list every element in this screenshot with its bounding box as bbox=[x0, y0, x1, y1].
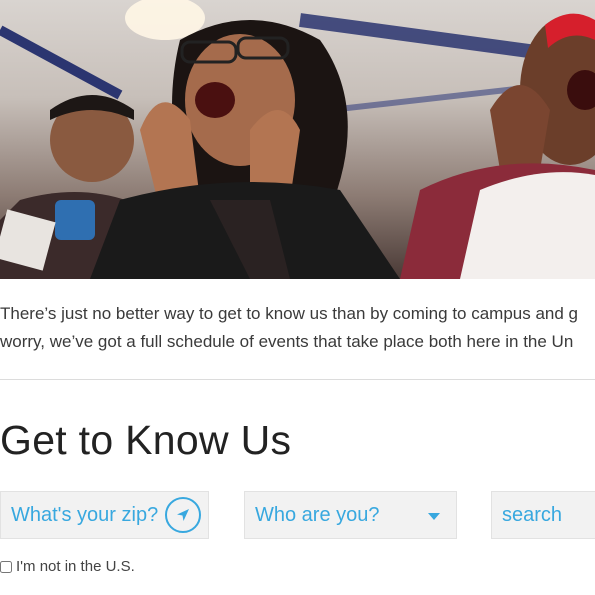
intro-line-1: There’s just no better way to get to kno… bbox=[0, 304, 579, 323]
who-select-value: Who are you? bbox=[255, 503, 380, 526]
locate-button[interactable] bbox=[165, 497, 201, 533]
intro-paragraph: There’s just no better way to get to kno… bbox=[0, 300, 595, 356]
search-input-placeholder: search bbox=[502, 503, 563, 526]
page-title: Get to Know Us bbox=[0, 417, 292, 463]
section-divider bbox=[0, 379, 595, 380]
search-input[interactable]: search bbox=[491, 491, 595, 539]
not-in-us-checkbox[interactable] bbox=[0, 560, 12, 573]
who-are-you-select[interactable]: Who are you? bbox=[244, 491, 457, 539]
zip-input-placeholder: What's your zip? bbox=[11, 503, 159, 526]
caret-down-icon bbox=[428, 513, 440, 520]
not-in-us-label: I'm not in the U.S. bbox=[16, 558, 135, 575]
zip-input[interactable]: What's your zip? bbox=[0, 491, 209, 539]
hero-illustration bbox=[0, 0, 595, 279]
hero-photo bbox=[0, 0, 595, 279]
location-arrow-icon bbox=[177, 509, 189, 521]
intro-line-2: worry, we’ve got a full schedule of even… bbox=[0, 332, 574, 351]
not-in-us-row[interactable]: I'm not in the U.S. bbox=[0, 558, 135, 575]
